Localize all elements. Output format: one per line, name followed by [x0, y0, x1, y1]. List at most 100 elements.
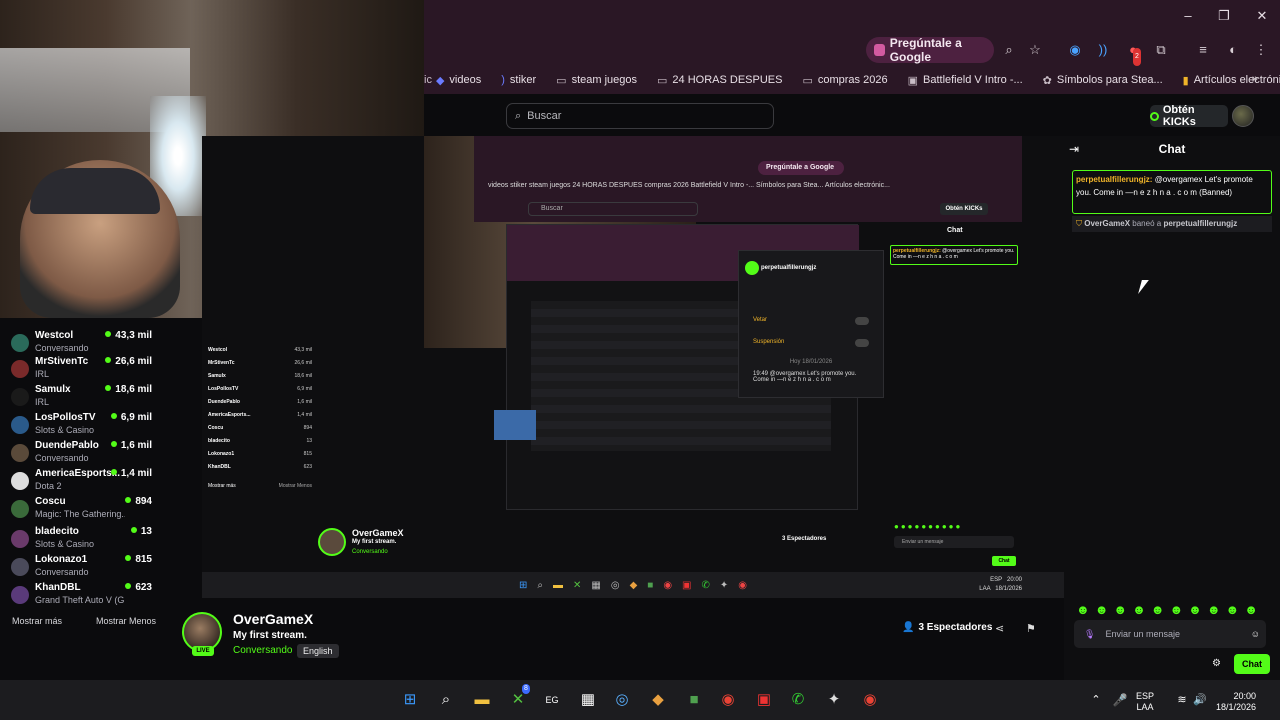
bookmark-folder-24h[interactable]: ▭ 24 HORAS DESPUES	[657, 74, 782, 87]
reading-list-icon[interactable]: ≡	[1194, 41, 1212, 59]
search-input[interactable]: ⌕ Buscar	[506, 103, 774, 129]
channel-avatar	[11, 444, 29, 462]
channel-item-samulx[interactable]: Samulx IRL 18,6 mil	[8, 384, 156, 410]
streamer-name[interactable]: OverGameX	[233, 611, 313, 627]
stream-category[interactable]: Conversando	[233, 645, 292, 656]
bookmark-simbolos[interactable]: ✿ Símbolos para Stea...	[1043, 74, 1163, 87]
file-explorer-icon[interactable]: ▬	[472, 690, 492, 710]
bookmark-folder-steam[interactable]: ▭ steam juegos	[556, 74, 637, 87]
minecraft-icon[interactable]: ■	[684, 690, 704, 710]
tray-clock[interactable]: 20:00 18/1/2026	[1216, 691, 1256, 713]
bookmark-articulos[interactable]: ▮ Artículos electrónic...	[1183, 74, 1280, 87]
ask-google-button[interactable]: Pregúntale a Google	[866, 36, 994, 64]
nested-kicks-button: Obtén KICKs	[940, 203, 988, 215]
tray-language[interactable]: ESP LAA	[1136, 691, 1154, 713]
taskbar-search-icon[interactable]: ⌕	[436, 690, 456, 710]
bookmarks-overflow-icon[interactable]: »	[1252, 73, 1258, 85]
channel-category: Grand Theft Auto V (G...	[35, 595, 125, 605]
channel-item-coscu[interactable]: Coscu Magic: The Gathering... 894	[8, 496, 156, 522]
app-orange-icon[interactable]: ◆	[648, 690, 668, 710]
nested-channel-name: Samulx	[208, 373, 226, 379]
nested-channel-row: DuendePablo 1,6 mil	[208, 396, 312, 409]
nested-channel-name: KhanDBL	[208, 464, 231, 470]
chat-title: Chat	[1158, 142, 1186, 156]
tray-mic-icon[interactable]: 🎤	[1110, 690, 1130, 710]
channel-item-mrstiventc[interactable]: MrStivenTc IRL 26,6 mil	[8, 356, 156, 382]
share-icon[interactable]: ⋖	[995, 622, 1004, 635]
close-window-button[interactable]: ✕	[1250, 6, 1274, 26]
channel-item-bladecito[interactable]: bladecito Slots & Casino 13	[8, 526, 156, 552]
emote-icon[interactable]: ☻	[1151, 602, 1165, 617]
emoji-picker-icon[interactable]: ☺	[1251, 629, 1260, 639]
mod-shield-icon: ⛉	[1076, 219, 1082, 228]
profile-icon[interactable]: ◐	[1224, 41, 1242, 59]
emote-icon[interactable]: ☻	[1226, 602, 1240, 617]
extension-shield-icon[interactable]: ◉	[1066, 41, 1084, 59]
chat-message[interactable]: perpetualfillerungjz: @overgamex Let's p…	[1072, 170, 1272, 214]
red-app-icon[interactable]: ▣	[754, 690, 774, 710]
settings-app-icon[interactable]: ✦	[824, 690, 844, 710]
nested-tray: ESP 20:00 LAA 18/1/2026	[979, 576, 1022, 594]
whatsapp-icon[interactable]: ✆	[788, 690, 808, 710]
channel-item-khandbl[interactable]: KhanDBL Grand Theft Auto V (G... 623	[8, 582, 156, 608]
maximize-button[interactable]: ❐	[1212, 6, 1236, 26]
nested-channel-viewers: 6,9 mil	[297, 386, 312, 392]
bookmark-star-icon[interactable]: ☆	[1026, 41, 1044, 59]
steam-icon[interactable]: ◎	[612, 690, 632, 710]
show-more-button[interactable]: Mostrar más	[12, 616, 62, 626]
minimize-button[interactable]: –	[1176, 6, 1200, 26]
stream-video-player[interactable]: Pregúntale a Google videos stiker steam …	[202, 136, 1064, 598]
kick-header: ⌕ Buscar Obtén KICKs	[424, 94, 1280, 136]
chrome-icon[interactable]: ◉	[718, 690, 738, 710]
windows-start-icon[interactable]: ⊞	[400, 690, 420, 710]
chat-input[interactable]: 🎙 Enviar un mensaje ☺	[1074, 620, 1266, 648]
zoom-icon[interactable]: ⌕	[1000, 41, 1018, 59]
emote-icon[interactable]: ☻	[1132, 602, 1146, 617]
send-chat-button[interactable]: Chat	[1234, 654, 1270, 674]
bookmark-videos[interactable]: ◆ videos	[436, 74, 481, 87]
chat-settings-icon[interactable]: ⚙	[1212, 658, 1221, 669]
emote-icon[interactable]: ☻	[1244, 602, 1258, 617]
kicks-coin-icon	[1150, 111, 1159, 121]
bookmark-stiker[interactable]: ) stiker	[501, 74, 536, 86]
menu-kebab-icon[interactable]: ⋮	[1252, 41, 1270, 59]
emote-icon[interactable]: ☻	[1095, 602, 1109, 617]
extension-audio-icon[interactable]: ))	[1094, 41, 1112, 59]
bookmark-favicon: )	[501, 74, 505, 86]
wifi-icon[interactable]: ≋	[1172, 690, 1192, 710]
volume-icon[interactable]: 🔊	[1190, 690, 1210, 710]
emote-icon[interactable]: ☻	[1207, 602, 1221, 617]
channel-item-duendepablo[interactable]: DuendePablo Conversando 1,6 mil	[8, 440, 156, 466]
emote-icon[interactable]: ☻	[1076, 602, 1090, 617]
person-cap	[30, 168, 160, 214]
live-badge: LIVE	[192, 646, 214, 656]
channel-item-lospollostv[interactable]: LosPollosTV Slots & Casino 6,9 mil	[8, 412, 156, 438]
channel-item-lokonazo1[interactable]: Lokonazo1 Conversando 815	[8, 554, 156, 580]
show-less-button[interactable]: Mostrar Menos	[96, 616, 156, 626]
epic-games-icon[interactable]: EG	[542, 690, 562, 710]
extensions-puzzle-icon[interactable]: ⧉	[1152, 41, 1170, 59]
extension-badge-icon[interactable]: ●2	[1124, 41, 1142, 66]
clock-time: 20:00	[1233, 691, 1257, 701]
bookmark-label: Battlefield V Intro -...	[923, 74, 1023, 86]
moderation-icon[interactable]: ⚑	[1026, 622, 1036, 635]
emote-icon[interactable]: ☻	[1188, 602, 1202, 617]
channel-item-westcol[interactable]: Westcol Conversando 43,3 mil	[8, 330, 156, 356]
tray-overflow-icon[interactable]: ⌃	[1086, 690, 1106, 710]
bookmark-battlefield[interactable]: ▣ Battlefield V Intro -...	[908, 74, 1023, 87]
chat-username[interactable]: perpetualfillerungjz:	[1076, 175, 1152, 184]
app-icon[interactable]: ▦	[578, 690, 598, 710]
microphone-icon[interactable]: 🎙	[1084, 629, 1095, 640]
emote-icon[interactable]: ☻	[1169, 602, 1183, 617]
chrome-active-icon[interactable]: ◉	[860, 690, 880, 710]
user-avatar[interactable]	[1232, 105, 1254, 127]
bookmark-folder-compras[interactable]: ▭ compras 2026	[802, 74, 887, 87]
get-kicks-button[interactable]: Obtén KICKs	[1150, 104, 1228, 128]
xbox-icon[interactable]: ✕ 8	[508, 684, 530, 710]
search-icon: ⌕	[515, 109, 522, 122]
emote-icon[interactable]: ☻	[1113, 602, 1127, 617]
nested-chrome-icon: ◉	[663, 579, 673, 591]
stream-language-tag[interactable]: English	[297, 644, 339, 658]
channel-category: Conversando	[35, 567, 89, 577]
channel-item-americaesports[interactable]: AmericaEsports... Dota 2 1,4 mil	[8, 468, 156, 494]
